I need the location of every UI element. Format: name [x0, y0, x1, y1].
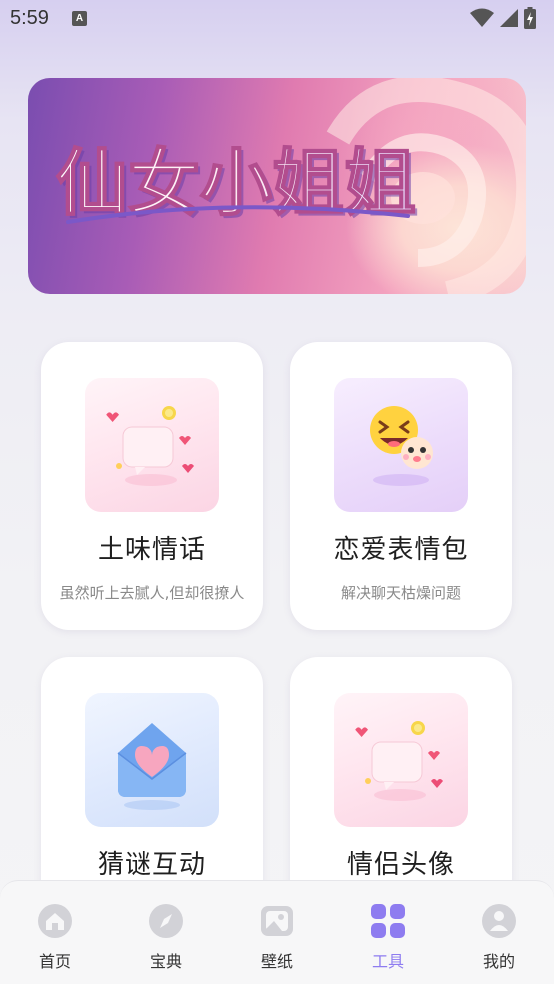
status-time: 5:59	[10, 7, 49, 29]
banner[interactable]: 仙女小姐姐 仙女小姐姐	[28, 78, 526, 294]
user-icon	[482, 904, 516, 938]
banner-title-art: 仙女小姐姐 仙女小姐姐	[55, 140, 419, 228]
home-icon	[38, 904, 72, 938]
grid-icon	[371, 904, 405, 938]
wifi-icon	[470, 8, 494, 27]
nav-label: 宝典	[149, 952, 182, 971]
nav-label: 壁纸	[260, 952, 293, 971]
card-caimi-hudong[interactable]: 猜谜互动	[41, 657, 263, 917]
card-title: 猜谜互动	[97, 850, 206, 880]
card-subtitle: 虽然听上去腻人,但却很撩人	[59, 584, 245, 602]
card-title: 恋爱表情包	[333, 535, 469, 565]
notification-a-icon: A	[72, 11, 87, 26]
nav-item-home[interactable]: 首页	[0, 881, 110, 984]
nav-label: 首页	[38, 952, 71, 971]
emoji-faces-icon	[334, 378, 468, 512]
wallpaper-icon	[261, 906, 293, 936]
nav-label: 工具	[371, 952, 404, 971]
nav-item-wallpaper[interactable]: 壁纸	[222, 881, 332, 984]
heart-envelope-icon	[85, 693, 219, 827]
card-lianai-biaoqingbao[interactable]: 恋爱表情包 解决聊天枯燥问题	[290, 342, 512, 630]
battery-icon	[524, 7, 536, 29]
chat-bubble-hearts-icon	[334, 693, 468, 827]
card-tuwei-qinghua[interactable]: 土味情话 虽然听上去腻人,但却很撩人	[41, 342, 263, 630]
status-bar: 5:59 A	[0, 0, 554, 38]
card-qinglv-touxiang[interactable]: 情侣头像	[290, 657, 512, 917]
card-title: 情侣头像	[346, 850, 455, 880]
bottom-nav: 首页 宝典 壁纸 工具 我的	[0, 880, 554, 984]
nav-item-tools[interactable]: 工具	[333, 881, 443, 984]
nav-item-mine[interactable]: 我的	[444, 881, 554, 984]
card-title: 土味情话	[97, 535, 206, 565]
nav-label: 我的	[482, 952, 515, 971]
compass-icon	[149, 904, 183, 938]
signal-icon	[500, 9, 518, 27]
chat-bubble-hearts-icon	[85, 378, 219, 512]
status-icons	[470, 7, 536, 29]
nav-item-baodian[interactable]: 宝典	[111, 881, 221, 984]
card-subtitle: 解决聊天枯燥问题	[340, 584, 461, 602]
